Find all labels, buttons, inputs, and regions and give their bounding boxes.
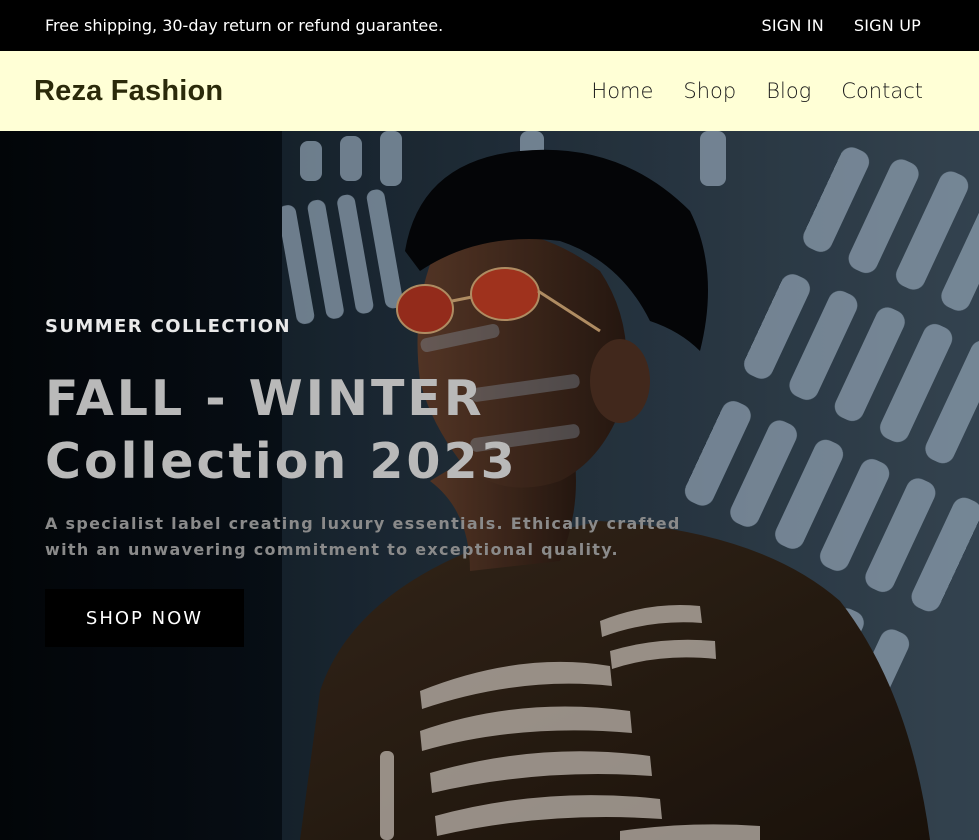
shop-now-button[interactable]: SHOP NOW xyxy=(45,589,244,647)
hero-banner: SUMMER COLLECTION FALL - WINTER Collecti… xyxy=(0,131,979,840)
nav-item-blog[interactable]: Blog xyxy=(766,79,811,103)
hero-headline-line1: FALL - WINTER xyxy=(45,370,485,427)
auth-links: SIGN IN SIGN UP xyxy=(761,16,921,35)
hero-eyebrow: SUMMER COLLECTION xyxy=(45,316,291,337)
announcement-text: Free shipping, 30-day return or refund g… xyxy=(45,16,444,35)
sign-in-link[interactable]: SIGN IN xyxy=(761,16,823,35)
hero-headline-line2: Collection 2023 xyxy=(45,433,518,490)
nav-item-shop[interactable]: Shop xyxy=(683,79,736,103)
hero-subtext: A specialist label creating luxury essen… xyxy=(45,514,681,559)
nav-item-contact[interactable]: Contact xyxy=(841,79,923,103)
main-nav: Home Shop Blog Contact xyxy=(591,79,923,103)
sign-up-link[interactable]: SIGN UP xyxy=(854,16,921,35)
site-logo[interactable]: Reza Fashion xyxy=(34,75,223,108)
announcement-bar: Free shipping, 30-day return or refund g… xyxy=(0,0,979,51)
site-header: Reza Fashion Home Shop Blog Contact xyxy=(0,51,979,131)
hero-headline: FALL - WINTER Collection 2023 xyxy=(45,367,745,493)
hero-content: SUMMER COLLECTION FALL - WINTER Collecti… xyxy=(45,316,745,647)
nav-item-home[interactable]: Home xyxy=(591,79,653,103)
